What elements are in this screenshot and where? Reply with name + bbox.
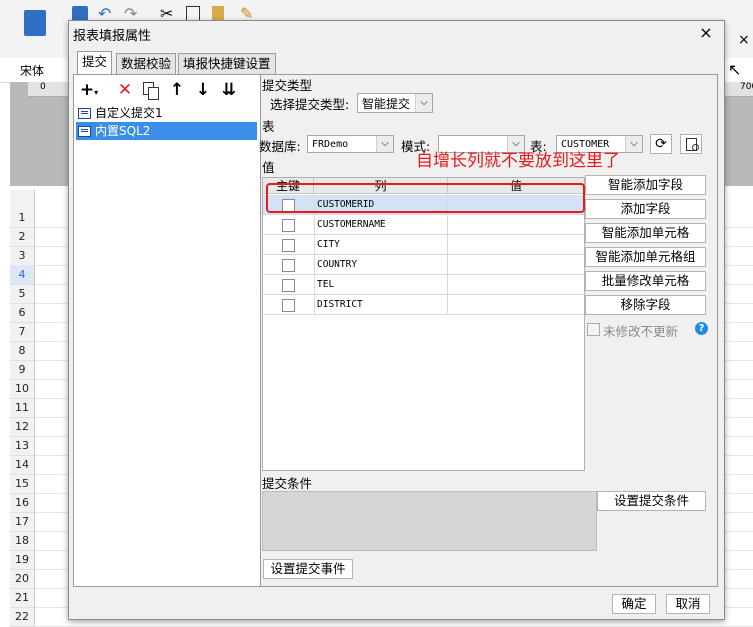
tab-submit[interactable]: 提交 — [77, 51, 113, 75]
column-cell: COUNTRY — [314, 255, 448, 275]
report-fill-properties-dialog: 报表填报属性 × 提交 数据校验 填报快捷键设置 +▾ ✕ ↑ ↓ ⇊ 自定义提… — [68, 20, 725, 620]
set-submit-event-button[interactable]: 设置提交事件 — [263, 559, 353, 579]
unmodified-no-update-checkbox[interactable] — [587, 323, 600, 336]
list-item-custom-submit[interactable]: 自定义提交1 — [76, 104, 257, 122]
table-row[interactable]: DISTRICT — [263, 295, 584, 315]
delete-icon[interactable]: ✕ — [114, 79, 136, 101]
table-row[interactable]: CUSTOMERNAME — [263, 215, 584, 235]
chevron-down-icon: ⌵ — [376, 136, 393, 152]
row-number[interactable]: 22 — [10, 607, 34, 627]
add-field-button[interactable]: 添加字段 — [585, 199, 706, 219]
table-row[interactable]: CITY — [263, 235, 584, 255]
row-number[interactable]: 12 — [10, 417, 34, 437]
row-number[interactable]: 5 — [10, 284, 34, 304]
row-number[interactable]: 17 — [10, 512, 34, 532]
row-number[interactable]: 13 — [10, 436, 34, 456]
submit-type-section-label: 提交类型 — [262, 78, 313, 93]
move-down-icon[interactable]: ↓ — [192, 79, 214, 101]
database-select[interactable]: FRDemo ⌵ — [307, 135, 394, 153]
row-number[interactable]: 18 — [10, 531, 34, 551]
database-label: 数据库: — [259, 139, 301, 154]
close-icon[interactable]: × — [696, 23, 716, 43]
move-bottom-icon[interactable]: ⇊ — [218, 79, 240, 101]
row-number[interactable]: 1 — [10, 208, 34, 228]
add-icon[interactable]: +▾ — [78, 79, 100, 101]
tab-data-validation[interactable]: 数据校验 — [116, 53, 177, 74]
row-number[interactable]: 8 — [10, 341, 34, 361]
smart-add-cell-group-button[interactable]: 智能添加单元格组 — [585, 247, 706, 267]
row-number[interactable]: 2 — [10, 227, 34, 247]
database-value: FRDemo — [312, 139, 349, 150]
submit-tab-panel: +▾ ✕ ↑ ↓ ⇊ 自定义提交1 内置SQL2 提交类型 选择提交类型: 智能… — [73, 74, 718, 587]
column-cell: CUSTOMERNAME — [314, 215, 448, 235]
row-number[interactable]: 20 — [10, 569, 34, 589]
unmodified-no-update-label: 未修改不更新 — [603, 324, 679, 339]
field-table: 主键 列 值 CUSTOMERID CUSTOMERNAME CITY COUN… — [262, 177, 585, 471]
list-item-builtin-sql[interactable]: 内置SQL2 — [76, 122, 257, 140]
row-number[interactable]: 6 — [10, 303, 34, 323]
chevron-down-icon: ⌵ — [415, 94, 432, 112]
submit-condition-label: 提交条件 — [262, 476, 313, 491]
list-item-label: 内置SQL2 — [95, 124, 151, 138]
pointer-icon[interactable]: ↖ — [728, 60, 741, 79]
smart-add-cells-button[interactable]: 智能添加单元格 — [585, 223, 706, 243]
submit-type-select[interactable]: 智能提交 ⌵ — [357, 93, 433, 113]
help-icon[interactable]: ? — [695, 322, 708, 335]
row-number[interactable]: 14 — [10, 455, 34, 475]
row-number[interactable]: 19 — [10, 550, 34, 570]
primary-key-checkbox[interactable] — [282, 299, 295, 312]
smart-add-fields-button[interactable]: 智能添加字段 — [585, 175, 706, 195]
column-cell: TEL — [314, 275, 448, 295]
set-submit-condition-button[interactable]: 设置提交条件 — [597, 491, 706, 511]
ok-button[interactable]: 确定 — [612, 594, 656, 614]
value-section-label: 值 — [262, 160, 275, 175]
annotation-highlight-box — [266, 183, 585, 213]
row-number[interactable]: 9 — [10, 360, 34, 380]
submit-list-panel: +▾ ✕ ↑ ↓ ⇊ 自定义提交1 内置SQL2 — [74, 75, 261, 586]
row-number[interactable]: 4 — [10, 265, 34, 285]
list-item-icon — [78, 108, 91, 119]
submit-condition-area — [262, 491, 597, 551]
table-row[interactable]: TEL — [263, 275, 584, 295]
preview-table-icon[interactable] — [680, 134, 702, 154]
annotation-text: 自增长列就不要放到这里了 — [416, 151, 620, 171]
primary-key-checkbox[interactable] — [282, 239, 295, 252]
column-cell: CITY — [314, 235, 448, 255]
row-number[interactable]: 10 — [10, 379, 34, 399]
dialog-title: 报表填报属性 — [73, 29, 152, 44]
paste-icon[interactable] — [212, 6, 224, 20]
cancel-button[interactable]: 取消 — [666, 594, 710, 614]
ruler-mark-0: 0 — [40, 82, 46, 92]
move-up-icon[interactable]: ↑ — [166, 79, 188, 101]
refresh-icon[interactable]: ⟳ — [650, 134, 672, 154]
row-number[interactable]: 21 — [10, 588, 34, 608]
remove-field-button[interactable]: 移除字段 — [585, 295, 706, 315]
table-section-label: 表 — [262, 119, 275, 134]
app-right-close-icon[interactable]: × — [738, 32, 750, 48]
tab-shortcut-settings[interactable]: 填报快捷键设置 — [178, 53, 276, 74]
primary-key-checkbox[interactable] — [282, 259, 295, 272]
submit-type-value: 智能提交 — [362, 97, 411, 111]
row-header: 1 2 3 4 5 6 7 8 9 10 11 12 13 14 15 16 17 18 19 20 21 22 — [10, 190, 35, 627]
table-row[interactable]: COUNTRY — [263, 255, 584, 275]
row-number[interactable]: 15 — [10, 474, 34, 494]
copy-item-icon[interactable] — [139, 79, 161, 101]
primary-key-checkbox[interactable] — [282, 279, 295, 292]
font-name[interactable]: 宋体 — [20, 62, 44, 79]
ruler-mark-700: 700 — [740, 82, 753, 92]
template-icon[interactable] — [24, 10, 46, 36]
submit-type-select-label: 选择提交类型: — [270, 97, 350, 112]
column-cell: DISTRICT — [314, 295, 448, 315]
list-item-icon — [78, 126, 91, 137]
chevron-down-icon: ⌵ — [625, 136, 642, 152]
primary-key-checkbox[interactable] — [282, 219, 295, 232]
batch-modify-cells-button[interactable]: 批量修改单元格 — [585, 271, 706, 291]
row-number[interactable]: 7 — [10, 322, 34, 342]
list-item-label: 自定义提交1 — [95, 106, 163, 120]
row-number[interactable]: 11 — [10, 398, 34, 418]
row-number[interactable]: 16 — [10, 493, 34, 513]
row-number[interactable]: 3 — [10, 246, 34, 266]
